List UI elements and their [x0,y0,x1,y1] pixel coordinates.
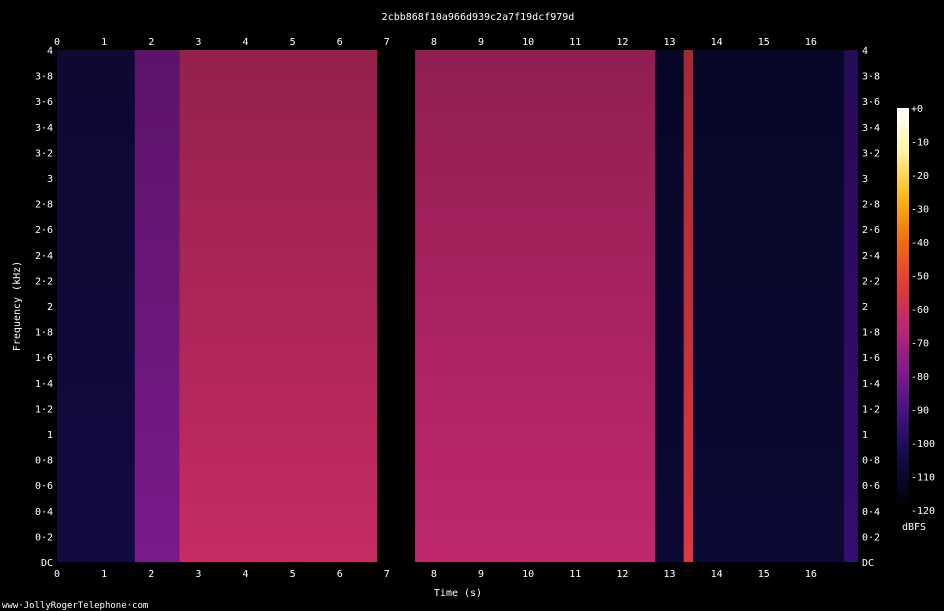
y-tick-right-15: 3 [862,174,868,185]
y-tick-left-20: 4 [47,46,53,57]
y-tick-right-19: 3·8 [862,72,880,83]
x-tick-bottom-6: 6 [337,569,343,580]
y-tick-right-16: 3·2 [862,148,880,159]
y-tick-left-12: 2·4 [35,251,53,262]
y-tick-left-6: 1·2 [35,404,53,415]
y-tick-left-0: DC [41,558,53,569]
x-tick-bottom-9: 9 [478,569,484,580]
colorbar-tick-1: -10 [911,138,929,149]
x-tick-bottom-8: 8 [431,569,437,580]
y-tick-right-6: 1·2 [862,404,880,415]
x-axis-label: Time (s) [434,588,482,599]
y-tick-right-8: 1·6 [862,353,880,364]
y-tick-left-1: 0·2 [35,532,53,543]
colorbar-tick-2: -20 [911,171,929,182]
y-tick-right-10: 2 [862,302,868,313]
y-tick-left-3: 0·6 [35,481,53,492]
colorbar-gradient [897,108,909,510]
x-tick-top-12: 12 [616,37,628,48]
y-tick-left-5: 1 [47,430,53,441]
y-tick-right-5: 1 [862,430,868,441]
y-tick-right-13: 2·6 [862,225,880,236]
x-tick-bottom-2: 2 [148,569,154,580]
y-tick-left-2: 0·4 [35,507,53,518]
x-tick-top-5: 5 [290,37,296,48]
colorbar-tick-9: -90 [911,406,929,417]
y-tick-left-4: 0·8 [35,456,53,467]
colorbar-tick-4: -40 [911,238,929,249]
x-tick-top-10: 10 [522,37,534,48]
x-tick-bottom-10: 10 [522,569,534,580]
colorbar-tick-0: +0 [911,104,923,115]
y-tick-right-18: 3·6 [862,97,880,108]
colorbar-tick-5: -50 [911,272,929,283]
y-tick-right-3: 0·6 [862,481,880,492]
colorbar-unit-label: dBFS [902,522,926,533]
y-tick-right-9: 1·8 [862,328,880,339]
y-tick-left-13: 2·6 [35,225,53,236]
x-tick-top-14: 14 [711,37,723,48]
x-tick-bottom-12: 12 [616,569,628,580]
x-tick-bottom-13: 13 [664,569,676,580]
chart-title: 2cbb868f10a966d939c2a7f19dcf979d [382,12,575,23]
colorbar-tick-10: -100 [911,439,935,450]
x-tick-bottom-1: 1 [101,569,107,580]
colorbar-tick-11: -110 [911,473,935,484]
y-tick-left-10: 2 [47,302,53,313]
x-tick-bottom-14: 14 [711,569,723,580]
x-tick-bottom-15: 15 [758,569,770,580]
y-tick-right-1: 0·2 [862,532,880,543]
x-tick-bottom-4: 4 [242,569,248,580]
colorbar-tick-8: -80 [911,372,929,383]
x-tick-bottom-7: 7 [384,569,390,580]
spectrogram-plot-area [57,50,858,562]
x-tick-top-6: 6 [337,37,343,48]
x-tick-top-4: 4 [242,37,248,48]
x-tick-top-13: 13 [664,37,676,48]
x-tick-top-9: 9 [478,37,484,48]
y-tick-right-14: 2·8 [862,200,880,211]
colorbar-tick-12: -120 [911,506,935,517]
spectrogram-shading [57,50,858,562]
x-tick-top-11: 11 [569,37,581,48]
y-axis-label: Frequency (kHz) [12,261,23,351]
x-tick-top-3: 3 [195,37,201,48]
y-tick-left-19: 3·8 [35,72,53,83]
x-tick-top-8: 8 [431,37,437,48]
y-tick-right-2: 0·4 [862,507,880,518]
x-tick-bottom-3: 3 [195,569,201,580]
y-tick-right-11: 2·2 [862,276,880,287]
y-tick-right-17: 3·4 [862,123,880,134]
x-tick-top-7: 7 [384,37,390,48]
x-tick-top-2: 2 [148,37,154,48]
y-tick-right-12: 2·4 [862,251,880,262]
y-tick-right-4: 0·8 [862,456,880,467]
x-tick-bottom-0: 0 [54,569,60,580]
y-tick-left-16: 3·2 [35,148,53,159]
x-tick-top-1: 1 [101,37,107,48]
colorbar-tick-3: -30 [911,205,929,216]
footer-credit: www·JollyRogerTelephone·com [2,601,148,611]
spectrogram-chart: 2cbb868f10a966d939c2a7f19dcf979d 0123456… [0,0,944,611]
y-tick-left-11: 2·2 [35,276,53,287]
y-tick-right-7: 1·4 [862,379,880,390]
x-tick-bottom-11: 11 [569,569,581,580]
x-tick-top-16: 16 [805,37,817,48]
x-tick-top-0: 0 [54,37,60,48]
y-tick-left-17: 3·4 [35,123,53,134]
y-tick-left-9: 1·8 [35,328,53,339]
y-tick-left-15: 3 [47,174,53,185]
colorbar-tick-6: -60 [911,305,929,316]
x-tick-top-15: 15 [758,37,770,48]
x-tick-bottom-16: 16 [805,569,817,580]
y-tick-right-20: 4 [862,46,868,57]
colorbar-tick-7: -70 [911,339,929,350]
y-tick-right-0: DC [862,558,874,569]
y-tick-left-7: 1·4 [35,379,53,390]
y-tick-left-18: 3·6 [35,97,53,108]
x-tick-bottom-5: 5 [290,569,296,580]
y-tick-left-8: 1·6 [35,353,53,364]
y-tick-left-14: 2·8 [35,200,53,211]
